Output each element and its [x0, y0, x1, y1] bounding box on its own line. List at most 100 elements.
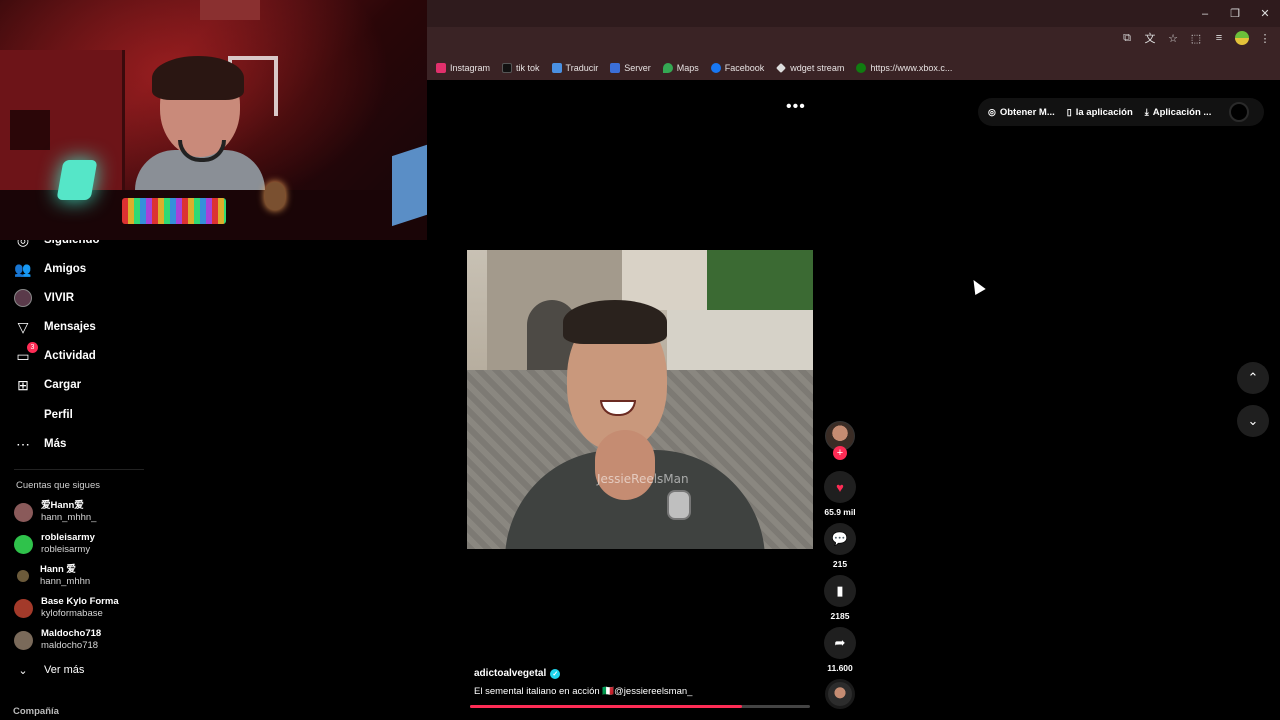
facebook-icon [710, 62, 721, 73]
video-progress-bar[interactable] [470, 705, 810, 708]
account-item[interactable]: Base Kylo Forma kyloformabase [14, 596, 119, 620]
activity-badge: 3 [27, 342, 38, 353]
maps-icon [662, 62, 673, 73]
comment-count: 215 [832, 559, 848, 569]
bookmark-instagram[interactable]: Instagram [436, 62, 490, 73]
chevron-down-icon: ⌄ [18, 664, 28, 677]
activity-icon: ▭ 3 [14, 342, 38, 365]
profile-icon [14, 406, 32, 424]
video-person-hair [563, 300, 667, 344]
sidebar-item-messages[interactable]: ▽ Mensajes [14, 315, 96, 339]
sidebar-item-more[interactable]: ⋯ Más [14, 432, 66, 456]
sidebar-item-upload[interactable]: ⊞ Cargar [14, 373, 81, 397]
more-icon: ⋯ [16, 435, 30, 452]
app-button[interactable]: ▯ la aplicación [1067, 107, 1133, 118]
bookmark-icon: ▮ [836, 583, 844, 598]
chevron-down-icon: ⌄ [1247, 413, 1259, 428]
bookmark-tiktok[interactable]: tik tok [502, 62, 540, 73]
restore-button[interactable]: ❐ [1220, 0, 1250, 27]
like-count: 65.9 mil [824, 507, 856, 517]
save-button[interactable]: ▮ [824, 575, 856, 607]
phone-icon: ▯ [1066, 106, 1072, 117]
next-video-button[interactable]: ⌄ [1237, 405, 1269, 437]
share-icon: ➦ [834, 635, 846, 650]
company-section-title[interactable]: Compañía [13, 706, 59, 717]
comment-icon: 💬 [831, 531, 849, 546]
upload-icon: ⊞ [17, 376, 29, 393]
bookmark-xbox[interactable]: https://www.xbox.c... [856, 62, 952, 73]
account-item[interactable]: robleisarmy robleisarmy [14, 532, 95, 556]
webcam-overlay [0, 0, 427, 240]
translate-icon [551, 62, 562, 73]
video-author[interactable]: adictoalvegetal ✓ [474, 668, 561, 679]
top-actions-bar: ◎ Obtener M... ▯ la aplicación ⤓ Aplicación… [978, 98, 1264, 126]
webcam-keyboard [122, 198, 226, 224]
bookmark-server[interactable]: Server [610, 62, 651, 73]
bookmark-star-icon[interactable]: ☆ [1166, 31, 1180, 45]
friends-icon: 👥 [14, 260, 32, 277]
comment-button[interactable]: 💬 [824, 523, 856, 555]
sidebar-item-live[interactable]: VIVIR [14, 286, 74, 310]
sidebar-item-friends[interactable]: 👥 Amigos [14, 257, 86, 281]
window-controls: – ❐ ✕ [1190, 0, 1280, 27]
messages-icon: ▽ [17, 318, 29, 335]
bookmark-facebook[interactable]: Facebook [710, 62, 764, 73]
account-item[interactable]: Hann 爱 hann_mhhn [14, 564, 90, 588]
share-count: 11.600 [827, 663, 853, 673]
heart-icon: ♥ [836, 479, 844, 495]
get-coins-button[interactable]: ◎ Obtener M... [988, 107, 1055, 118]
xbox-icon [856, 62, 867, 73]
profile-avatar[interactable] [1235, 31, 1249, 45]
translate-icon[interactable]: 文 [1143, 31, 1157, 45]
bookmark-traducir[interactable]: Traducir [551, 62, 598, 73]
reading-list-icon[interactable]: ≡ [1212, 31, 1226, 45]
sidebar-divider [14, 469, 144, 470]
browser-toolbar: ⧉ 文 ☆ ⬚ ≡ ⋮ [427, 27, 1280, 55]
webcam-person-hair [152, 56, 244, 100]
user-avatar[interactable] [1229, 102, 1250, 122]
minimize-button[interactable]: – [1190, 0, 1220, 27]
like-button[interactable]: ♥ [824, 471, 856, 503]
download-icon: ⤓ [1144, 106, 1149, 117]
following-accounts-title: Cuentas que sigues [16, 480, 100, 491]
server-icon [610, 62, 621, 73]
avatar [17, 570, 29, 582]
account-item[interactable]: 爱Hann爱 hann_mhhn_ [14, 500, 96, 524]
sidebar-item-activity[interactable]: ▭ 3 Actividad [14, 342, 96, 368]
install-app-icon[interactable]: ⧉ [1120, 31, 1134, 45]
webcam-mouse [265, 182, 285, 210]
extensions-icon[interactable]: ⬚ [1189, 31, 1203, 45]
webcam-window [200, 0, 260, 20]
share-button[interactable]: ➦ [824, 627, 856, 659]
sidebar-item-profile[interactable]: Perfil [14, 403, 73, 427]
bookmark-maps[interactable]: Maps [662, 62, 699, 73]
video-progress-fill [470, 705, 742, 708]
video-caption: El semental italiano en acción 🇮🇹@jessie… [474, 686, 693, 697]
save-count: 2185 [830, 611, 850, 621]
widget-icon [776, 62, 787, 73]
live-icon [14, 289, 32, 307]
download-app-button[interactable]: ⤓ Aplicación ... [1145, 107, 1212, 118]
close-button[interactable]: ✕ [1250, 0, 1280, 27]
coin-icon: ◎ [988, 106, 996, 117]
follow-plus-icon[interactable]: + [833, 446, 847, 460]
account-item[interactable]: Maldocho718 maldocho718 [14, 628, 101, 652]
avatar [14, 534, 33, 554]
tiktok-icon [502, 62, 513, 73]
video-person-hand [595, 430, 655, 500]
avatar [14, 598, 33, 618]
webcam-lamp [56, 160, 98, 200]
music-disc[interactable] [825, 679, 855, 709]
video-watermark: JessieReelsMan [597, 472, 689, 486]
mouse-cursor-icon [968, 276, 986, 296]
webcam-laptop [392, 143, 427, 227]
video-watch [667, 490, 691, 520]
see-more-button[interactable]: ⌄ Ver más [14, 658, 84, 682]
chevron-up-icon: ⌃ [1247, 370, 1259, 385]
options-menu-icon[interactable]: ••• [786, 98, 806, 116]
kebab-menu-icon[interactable]: ⋮ [1258, 31, 1272, 45]
previous-video-button[interactable]: ⌃ [1237, 362, 1269, 394]
video-player[interactable]: JessieReelsMan [467, 250, 813, 549]
bookmark-widget-stream[interactable]: wdget stream [776, 63, 844, 73]
browser-titlebar: – ❐ ✕ [427, 0, 1280, 27]
